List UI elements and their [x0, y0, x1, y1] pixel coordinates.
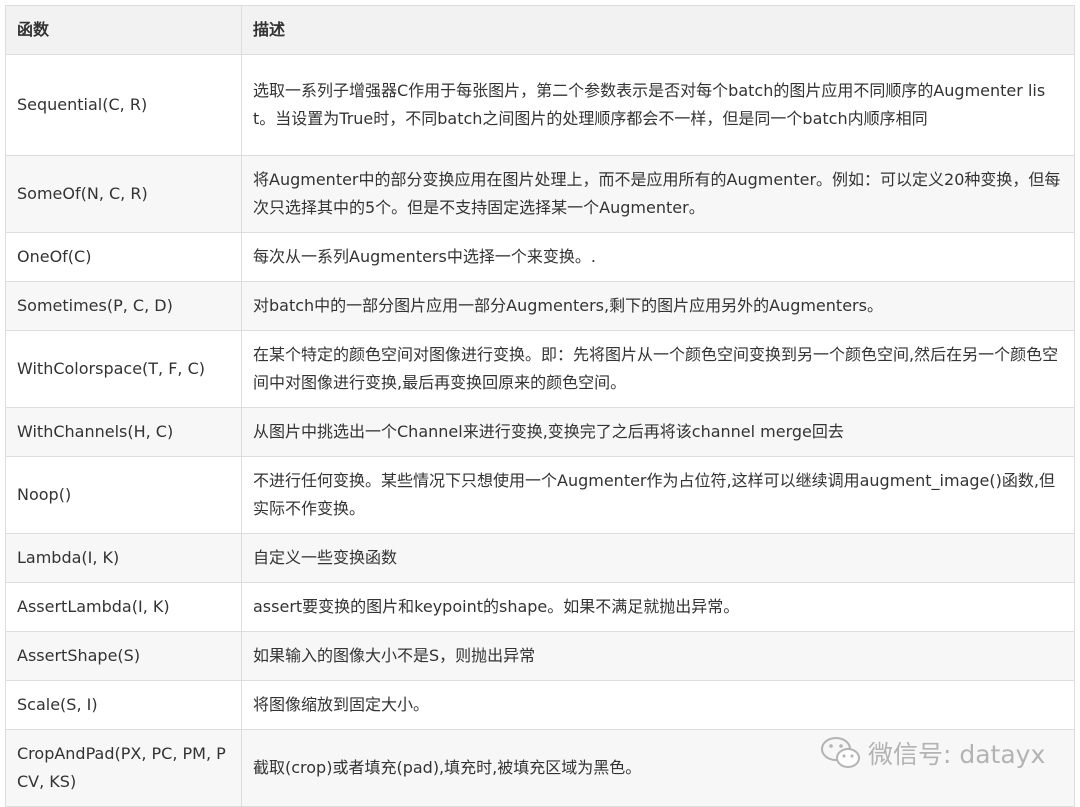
function-cell: Noop()	[5, 456, 242, 534]
table-row: WithChannels(H, C) 从图片中挑选出一个Channel来进行变换…	[5, 407, 1075, 457]
function-cell: SomeOf(N, C, R)	[5, 155, 242, 233]
table-row: Sequential(C, R) 选取一系列子增强器C作用于每张图片，第二个参数…	[5, 54, 1075, 156]
header-description: 描述	[241, 5, 1075, 55]
function-cell: CropAndPad(PX, PC, PM, PCV, KS)	[5, 729, 242, 807]
function-cell: OneOf(C)	[5, 232, 242, 282]
description-cell: 每次从一系列Augmenters中选择一个来变换。.	[241, 232, 1075, 282]
table-row: Noop() 不进行任何变换。某些情况下只想使用一个Augmenter作为占位符…	[5, 456, 1075, 534]
description-cell: assert要变换的图片和keypoint的shape。如果不满足就抛出异常。	[241, 582, 1075, 632]
function-cell: AssertLambda(I, K)	[5, 582, 242, 632]
description-cell: 从图片中挑选出一个Channel来进行变换,变换完了之后再将该channel m…	[241, 407, 1075, 457]
table-row: OneOf(C) 每次从一系列Augmenters中选择一个来变换。.	[5, 232, 1075, 282]
header-row: 函数 描述	[5, 5, 1075, 55]
description-cell: 如果输入的图像大小不是S，则抛出异常	[241, 631, 1075, 681]
function-cell: Sequential(C, R)	[5, 54, 242, 156]
description-cell: 不进行任何变换。某些情况下只想使用一个Augmenter作为占位符,这样可以继续…	[241, 456, 1075, 534]
table-row: AssertLambda(I, K) assert要变换的图片和keypoint…	[5, 582, 1075, 632]
function-cell: Sometimes(P, C, D)	[5, 281, 242, 331]
description-cell: 选取一系列子增强器C作用于每张图片，第二个参数表示是否对每个batch的图片应用…	[241, 54, 1075, 156]
table-row: Sometimes(P, C, D) 对batch中的一部分图片应用一部分Aug…	[5, 281, 1075, 331]
wechat-watermark: 微信号: datayx	[820, 735, 1045, 771]
function-cell: AssertShape(S)	[5, 631, 242, 681]
description-cell: 对batch中的一部分图片应用一部分Augmenters,剩下的图片应用另外的A…	[241, 281, 1075, 331]
function-cell: Lambda(I, K)	[5, 533, 242, 583]
table-row: AssertShape(S) 如果输入的图像大小不是S，则抛出异常	[5, 631, 1075, 681]
augmenter-table: 函数 描述 Sequential(C, R) 选取一系列子增强器C作用于每张图片…	[5, 5, 1075, 807]
wechat-icon	[821, 737, 860, 768]
header-function: 函数	[5, 5, 242, 55]
function-cell: WithChannels(H, C)	[5, 407, 242, 457]
description-cell: 自定义一些变换函数	[241, 533, 1075, 583]
table-row: Lambda(I, K) 自定义一些变换函数	[5, 533, 1075, 583]
description-cell: 在某个特定的颜色空间对图像进行变换。即：先将图片从一个颜色空间变换到另一个颜色空…	[241, 330, 1075, 408]
description-cell: 将Augmenter中的部分变换应用在图片处理上，而不是应用所有的Augment…	[241, 155, 1075, 233]
watermark-text: 微信号: datayx	[868, 740, 1046, 769]
table-row: WithColorspace(T, F, C) 在某个特定的颜色空间对图像进行变…	[5, 330, 1075, 408]
table-row: Scale(S, I) 将图像缩放到固定大小。	[5, 680, 1075, 730]
function-cell: WithColorspace(T, F, C)	[5, 330, 242, 408]
function-cell: Scale(S, I)	[5, 680, 242, 730]
description-cell: 将图像缩放到固定大小。	[241, 680, 1075, 730]
table-row: SomeOf(N, C, R) 将Augmenter中的部分变换应用在图片处理上…	[5, 155, 1075, 233]
